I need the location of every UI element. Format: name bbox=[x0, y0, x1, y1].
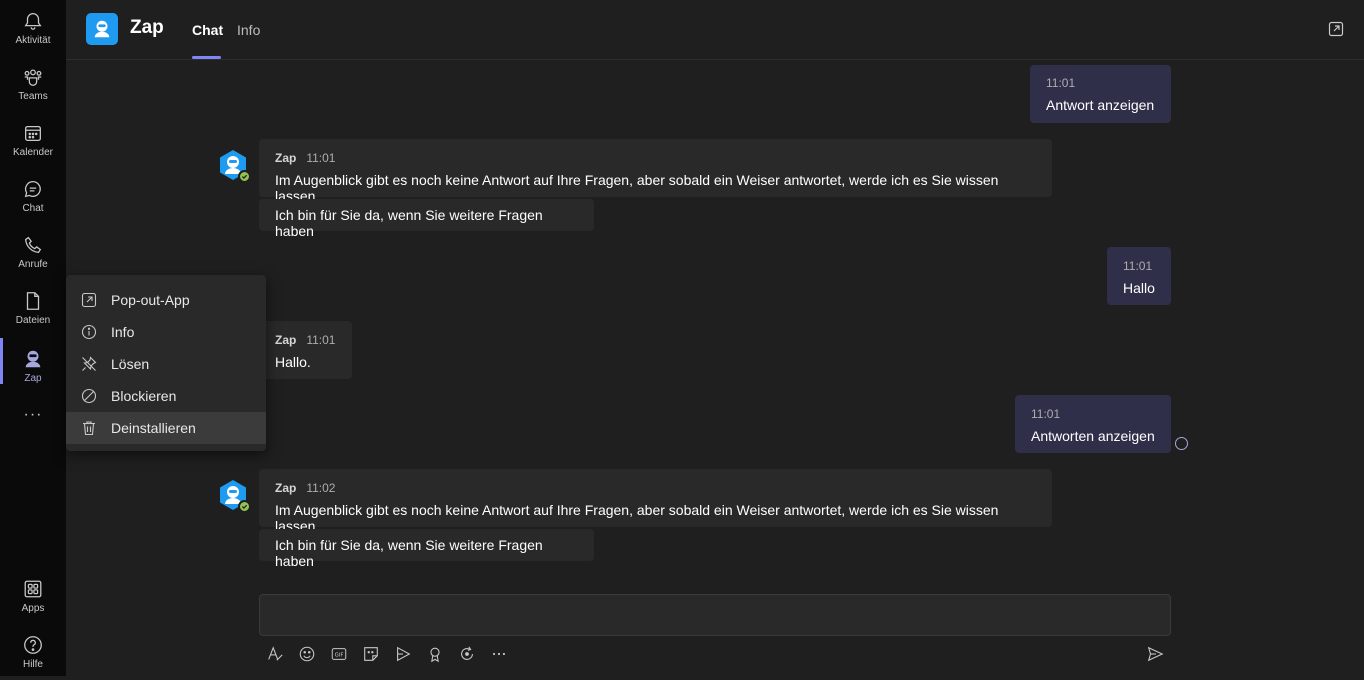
loop-icon[interactable] bbox=[457, 644, 477, 664]
outgoing-message[interactable]: 11:01 Antworten anzeigen bbox=[1015, 395, 1171, 453]
message-text: Hallo bbox=[1123, 280, 1155, 296]
format-icon[interactable] bbox=[265, 644, 285, 664]
rail-item-label: Apps bbox=[21, 603, 45, 614]
more-icon[interactable] bbox=[489, 644, 509, 664]
zap-logo bbox=[86, 13, 118, 45]
active-tab-indicator bbox=[192, 56, 221, 59]
message-text: Ich bin für Sie da, wenn Sie weitere Fra… bbox=[275, 207, 543, 239]
tab-chat[interactable]: Chat bbox=[192, 22, 223, 38]
outgoing-message[interactable]: 11:01 Antwort anzeigen bbox=[1030, 65, 1171, 123]
rail-item-label: Anrufe bbox=[18, 259, 48, 270]
rail-item-label: Teams bbox=[18, 91, 48, 102]
rail-item-label: Chat bbox=[22, 203, 44, 214]
menu-item-label: Info bbox=[111, 324, 135, 340]
menu-item-uninstall[interactable]: Deinstallieren bbox=[66, 412, 266, 444]
incoming-message[interactable]: Ich bin für Sie da, wenn Sie weitere Fra… bbox=[259, 199, 594, 239]
menu-item-info[interactable]: Info bbox=[66, 316, 266, 348]
message-time: 11:01 bbox=[1046, 76, 1076, 90]
message-time: 11:02 bbox=[306, 481, 336, 495]
menu-item-unpin[interactable]: Lösen bbox=[66, 348, 266, 380]
message-sender: Zap bbox=[275, 151, 297, 165]
message-time: 11:01 bbox=[306, 151, 336, 165]
apps-icon bbox=[24, 580, 42, 598]
meet-icon[interactable] bbox=[393, 644, 413, 664]
message-time: 11:01 bbox=[306, 333, 336, 347]
rail-item-teams[interactable]: Teams bbox=[0, 56, 66, 112]
chat-icon bbox=[24, 181, 41, 198]
rail-item-zap[interactable]: Zap bbox=[0, 338, 66, 394]
outgoing-message[interactable]: 11:01 Hallo bbox=[1107, 247, 1171, 305]
menu-item-block[interactable]: Blockieren bbox=[66, 380, 266, 412]
rail-item-calendar[interactable]: Kalender bbox=[0, 112, 66, 168]
sticker-icon[interactable] bbox=[361, 644, 381, 664]
message-time: 11:01 bbox=[1123, 259, 1153, 273]
menu-item-popout[interactable]: Pop-out-App bbox=[66, 284, 266, 316]
incoming-message[interactable]: Zap 11:01 Hallo. bbox=[259, 321, 352, 379]
rail-item-apps[interactable]: Apps bbox=[0, 568, 66, 624]
presence-available-icon bbox=[238, 500, 251, 513]
file-icon bbox=[26, 292, 40, 310]
presence-available-icon bbox=[238, 170, 251, 183]
help-icon bbox=[24, 636, 42, 654]
emoji-icon[interactable] bbox=[297, 644, 317, 664]
read-receipt-icon bbox=[1175, 437, 1188, 450]
rail-item-label: Zap bbox=[24, 373, 42, 384]
send-icon[interactable] bbox=[1145, 644, 1165, 664]
rail-item-help[interactable]: Hilfe bbox=[0, 624, 66, 680]
message-text: Antworten anzeigen bbox=[1031, 428, 1155, 444]
trash-icon bbox=[83, 421, 95, 436]
praise-icon[interactable] bbox=[425, 644, 445, 664]
rail-item-files[interactable]: Dateien bbox=[0, 280, 66, 336]
block-icon bbox=[81, 388, 97, 404]
zap-bot-icon bbox=[94, 20, 110, 38]
message-compose-box[interactable] bbox=[259, 594, 1171, 636]
popout-icon bbox=[81, 292, 97, 308]
more-apps-icon[interactable]: ··· bbox=[0, 406, 66, 424]
rail-item-label: Hilfe bbox=[22, 659, 43, 670]
message-text: Ich bin für Sie da, wenn Sie weitere Fra… bbox=[275, 537, 543, 569]
rail-item-label: Kalender bbox=[12, 147, 54, 158]
app-rail: Aktivität Teams Kalender Chat Anrufe Dat… bbox=[0, 0, 66, 676]
bell-icon bbox=[24, 13, 42, 30]
app-context-menu: Pop-out-App Info Lösen Blockieren Deinst… bbox=[66, 275, 266, 451]
message-time: 11:01 bbox=[1031, 407, 1061, 421]
rail-item-label: Dateien bbox=[15, 315, 51, 326]
info-icon bbox=[81, 324, 97, 340]
message-text: Hallo. bbox=[275, 354, 311, 370]
teams-icon bbox=[24, 69, 42, 86]
menu-item-label: Blockieren bbox=[111, 388, 177, 404]
rail-item-activity[interactable]: Aktivität bbox=[0, 0, 66, 56]
rail-item-calls[interactable]: Anrufe bbox=[0, 224, 66, 280]
avatar[interactable] bbox=[217, 479, 251, 513]
unpin-icon bbox=[82, 356, 97, 371]
svg-text:GIF: GIF bbox=[335, 653, 344, 659]
message-sender: Zap bbox=[275, 481, 297, 495]
tab-info[interactable]: Info bbox=[237, 22, 260, 38]
gif-icon[interactable]: GIF bbox=[329, 644, 349, 664]
incoming-message[interactable]: Zap 11:02 Im Augenblick gibt es noch kein… bbox=[259, 469, 1052, 534]
rail-item-chat[interactable]: Chat bbox=[0, 168, 66, 224]
zap-bot-icon bbox=[25, 350, 41, 368]
phone-icon bbox=[25, 236, 42, 253]
calendar-icon bbox=[25, 125, 41, 141]
rail-item-label: Aktivität bbox=[15, 35, 51, 46]
message-sender: Zap bbox=[275, 333, 297, 347]
page-title: Zap bbox=[130, 17, 164, 38]
avatar[interactable] bbox=[217, 149, 251, 183]
incoming-message[interactable]: Zap 11:01 Im Augenblick gibt es noch kein… bbox=[259, 139, 1052, 204]
popout-icon[interactable] bbox=[1328, 21, 1344, 37]
incoming-message[interactable]: Ich bin für Sie da, wenn Sie weitere Fra… bbox=[259, 529, 594, 569]
menu-item-label: Pop-out-App bbox=[111, 292, 190, 308]
menu-item-label: Deinstallieren bbox=[111, 420, 196, 436]
menu-item-label: Lösen bbox=[111, 356, 150, 372]
message-text: Antwort anzeigen bbox=[1046, 97, 1155, 113]
app-header: Zap Chat Info bbox=[66, 0, 1364, 60]
